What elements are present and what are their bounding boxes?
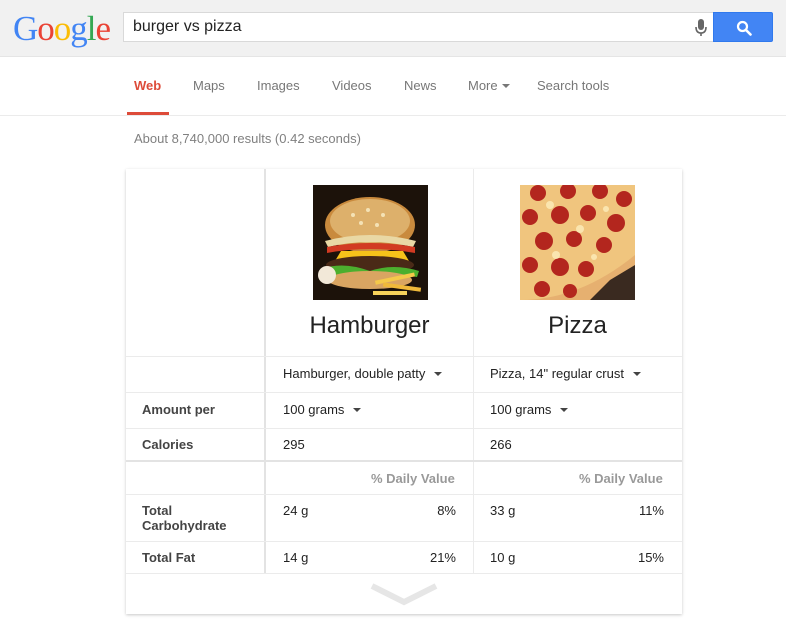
pizza-variant-label: Pizza, 14" regular crust [490,366,624,381]
total-carbohydrate-label: Total Carbohydrate [142,503,227,533]
pizza-amount-dropdown[interactable]: 100 grams [490,402,569,417]
pizza-carb-amount: 33 g [490,503,516,518]
daily-value-header: % Daily Value [371,471,455,486]
search-icon [736,20,752,36]
pizza-illustration [520,185,635,300]
search-button[interactable] [713,12,773,42]
pizza-carb-dv: 11% [638,503,664,518]
chevron-down-icon [434,371,443,376]
search-input[interactable] [133,17,673,37]
hamburger-variant-dropdown[interactable]: Hamburger, double patty [283,366,443,381]
divider [264,169,266,574]
hamburger-carb-dv: 8% [437,503,456,518]
tab-videos[interactable]: Videos [332,78,372,93]
pizza-variant-dropdown[interactable]: Pizza, 14" regular crust [490,366,641,381]
food-name-hamburger[interactable]: Hamburger [266,312,473,340]
hamburger-illustration [313,185,428,300]
divider [126,541,682,542]
chevron-down-icon [560,407,569,412]
tab-maps[interactable]: Maps [193,78,225,93]
tab-web[interactable]: Web [134,78,161,93]
top-bar: Google [0,0,786,57]
hamburger-amount-dropdown[interactable]: 100 grams [283,402,362,417]
search-box [123,12,714,42]
tab-search-tools[interactable]: Search tools [537,78,609,93]
pizza-amount-label: 100 grams [490,402,552,417]
divider [126,460,682,462]
divider [126,573,682,574]
daily-value-header: % Daily Value [579,471,663,486]
expand-chevron-icon[interactable] [370,582,438,606]
hamburger-variant-label: Hamburger, double patty [283,366,426,381]
hamburger-image[interactable] [313,185,428,300]
divider [473,169,474,574]
chevron-down-icon [353,407,362,412]
search-tabs: Web Maps Images Videos News More Search … [0,57,786,116]
microphone-icon[interactable] [694,18,708,38]
divider [126,392,682,393]
hamburger-calories: 295 [283,437,305,452]
tab-news[interactable]: News [404,78,437,93]
hamburger-fat-amount: 14 g [283,550,309,565]
tab-images[interactable]: Images [257,78,300,93]
active-tab-indicator [127,112,169,115]
hamburger-amount-label: 100 grams [283,402,345,417]
google-logo[interactable]: Google [13,9,111,49]
chevron-down-icon [501,83,510,88]
amount-per-label: Amount per [142,402,215,417]
hamburger-fat-dv: 21% [429,550,456,565]
pizza-calories: 266 [490,437,512,452]
result-stats: About 8,740,000 results (0.42 seconds) [134,131,361,146]
pizza-fat-amount: 10 g [490,550,516,565]
divider [126,428,682,429]
hamburger-carb-amount: 24 g [283,503,309,518]
tab-more-label: More [468,78,498,93]
divider [126,356,682,357]
calories-label: Calories [142,437,194,452]
divider [126,494,682,495]
nutrition-comparison-card: Hamburger Pizza Hamburger, double patty … [126,169,682,614]
pizza-fat-dv: 15% [637,550,664,565]
food-name-pizza[interactable]: Pizza [474,312,681,340]
pizza-image[interactable] [520,185,635,300]
total-fat-label: Total Fat [142,550,196,565]
tab-more[interactable]: More [468,78,510,93]
chevron-down-icon [632,371,641,376]
